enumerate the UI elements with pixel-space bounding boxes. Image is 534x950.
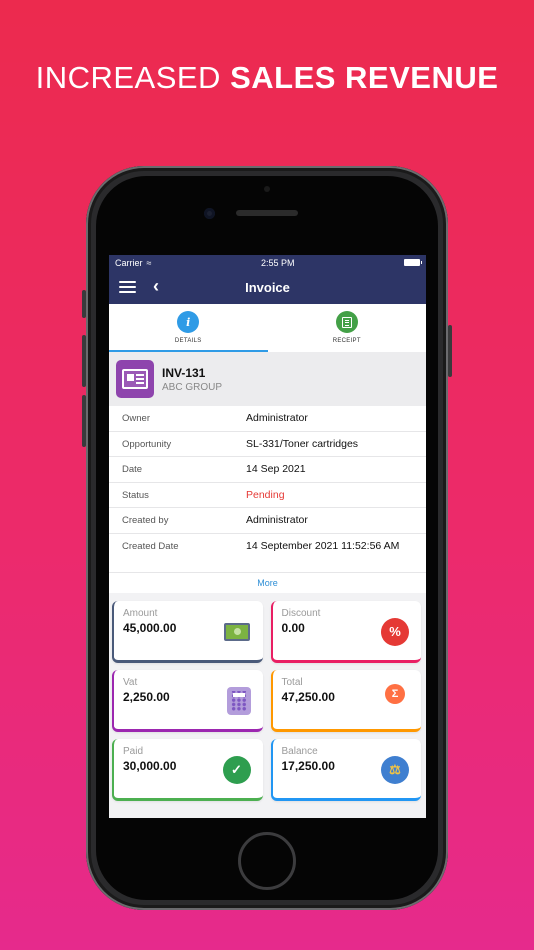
percent-badge-icon: %: [381, 617, 409, 646]
card-balance[interactable]: Balance 17,250.00 ⚖: [270, 738, 421, 801]
card-vat[interactable]: Vat 2,250.00: [112, 669, 263, 732]
menu-icon[interactable]: [119, 281, 136, 293]
banner-light-text: INCREASED: [35, 60, 231, 95]
detail-value: 14 Sep 2021: [246, 463, 306, 475]
detail-row-opportunity[interactable]: Opportunity SL-331/Toner cartridges: [109, 432, 426, 457]
record-header: INV-131 ABC GROUP: [109, 352, 426, 406]
volume-down-button: [82, 395, 86, 447]
company-name: ABC GROUP: [162, 381, 223, 393]
tab-details-label: DETAILS: [174, 338, 202, 344]
nav-bar: ‹ Invoice: [109, 270, 426, 304]
tab-bar: i DETAILS RECEIPT: [109, 304, 426, 352]
app-screen: Carrier ≈ 2:55 PM ‹ Invoice i DETAILS RE…: [109, 255, 426, 818]
sigma-tree-icon: Σ: [385, 683, 405, 704]
detail-row-status: Status Pending: [109, 483, 426, 508]
mute-switch: [82, 290, 86, 318]
detail-key: Created Date: [122, 540, 179, 552]
detail-key: Created by: [122, 515, 169, 526]
detail-key: Status: [122, 489, 149, 501]
volume-up-button: [82, 335, 86, 387]
detail-key: Date: [122, 464, 143, 475]
status-value: Pending: [246, 488, 285, 501]
front-camera: [204, 208, 215, 219]
card-paid[interactable]: Paid 30,000.00 ✓: [112, 738, 263, 801]
banner-bold-text: SALES REVENUE: [230, 60, 499, 95]
details-list: Owner Administrator Opportunity SL-331/T…: [109, 406, 426, 593]
invoice-logo-icon: [116, 360, 154, 398]
status-bar: Carrier ≈ 2:55 PM: [109, 255, 426, 270]
card-label: Balance: [281, 745, 318, 757]
carrier-label: Carrier: [115, 257, 143, 268]
detail-key: Owner: [122, 413, 150, 424]
detail-row-created-date: Created Date 14 September 2021 11:52:56 …: [109, 534, 426, 573]
card-label: Discount: [281, 607, 321, 619]
card-label: Vat: [123, 676, 138, 688]
card-label: Paid: [123, 745, 144, 757]
card-label: Amount: [123, 607, 158, 619]
clock: 2:55 PM: [260, 257, 295, 268]
receipt-icon: [335, 311, 358, 333]
more-link[interactable]: More: [109, 572, 426, 593]
battery-icon: [404, 259, 422, 266]
detail-row-created-by: Created by Administrator: [109, 508, 426, 534]
detail-key: Opportunity: [122, 438, 172, 450]
card-discount[interactable]: Discount 0.00 %: [270, 600, 421, 663]
power-button: [448, 325, 452, 377]
banner-headline: INCREASED SALES REVENUE: [0, 60, 534, 96]
card-total[interactable]: Total 47,250.00 Σ: [270, 669, 421, 732]
tab-receipt-label: RECEIPT: [332, 338, 361, 344]
detail-value: 14 September 2021 11:52:56 AM: [246, 539, 400, 552]
info-icon: i: [177, 311, 200, 333]
detail-value[interactable]: SL-331/Toner cartridges: [246, 438, 426, 451]
detail-value: Administrator: [246, 412, 308, 424]
wifi-icon: ≈: [146, 257, 152, 268]
detail-row-owner: Owner Administrator: [109, 406, 426, 432]
tab-receipt[interactable]: RECEIPT: [268, 304, 427, 352]
detail-value: Administrator: [246, 514, 308, 526]
calculator-icon: [226, 686, 251, 715]
scales-icon: ⚖: [381, 755, 409, 784]
cash-register-icon: [223, 618, 251, 646]
detail-row-date: Date 14 Sep 2021: [109, 457, 426, 483]
home-button[interactable]: [238, 832, 296, 890]
invoice-number: INV-131: [162, 365, 206, 380]
card-amount[interactable]: Amount 45,000.00: [112, 600, 263, 663]
proximity-sensor: [264, 186, 270, 192]
earpiece-speaker: [236, 210, 298, 216]
summary-cards: Amount 45,000.00 Discount 0.00 % Vat 2,2…: [109, 593, 426, 801]
back-chevron-icon[interactable]: ‹: [153, 276, 159, 297]
check-badge-icon: ✓: [222, 755, 251, 784]
tab-details[interactable]: i DETAILS: [109, 304, 268, 352]
